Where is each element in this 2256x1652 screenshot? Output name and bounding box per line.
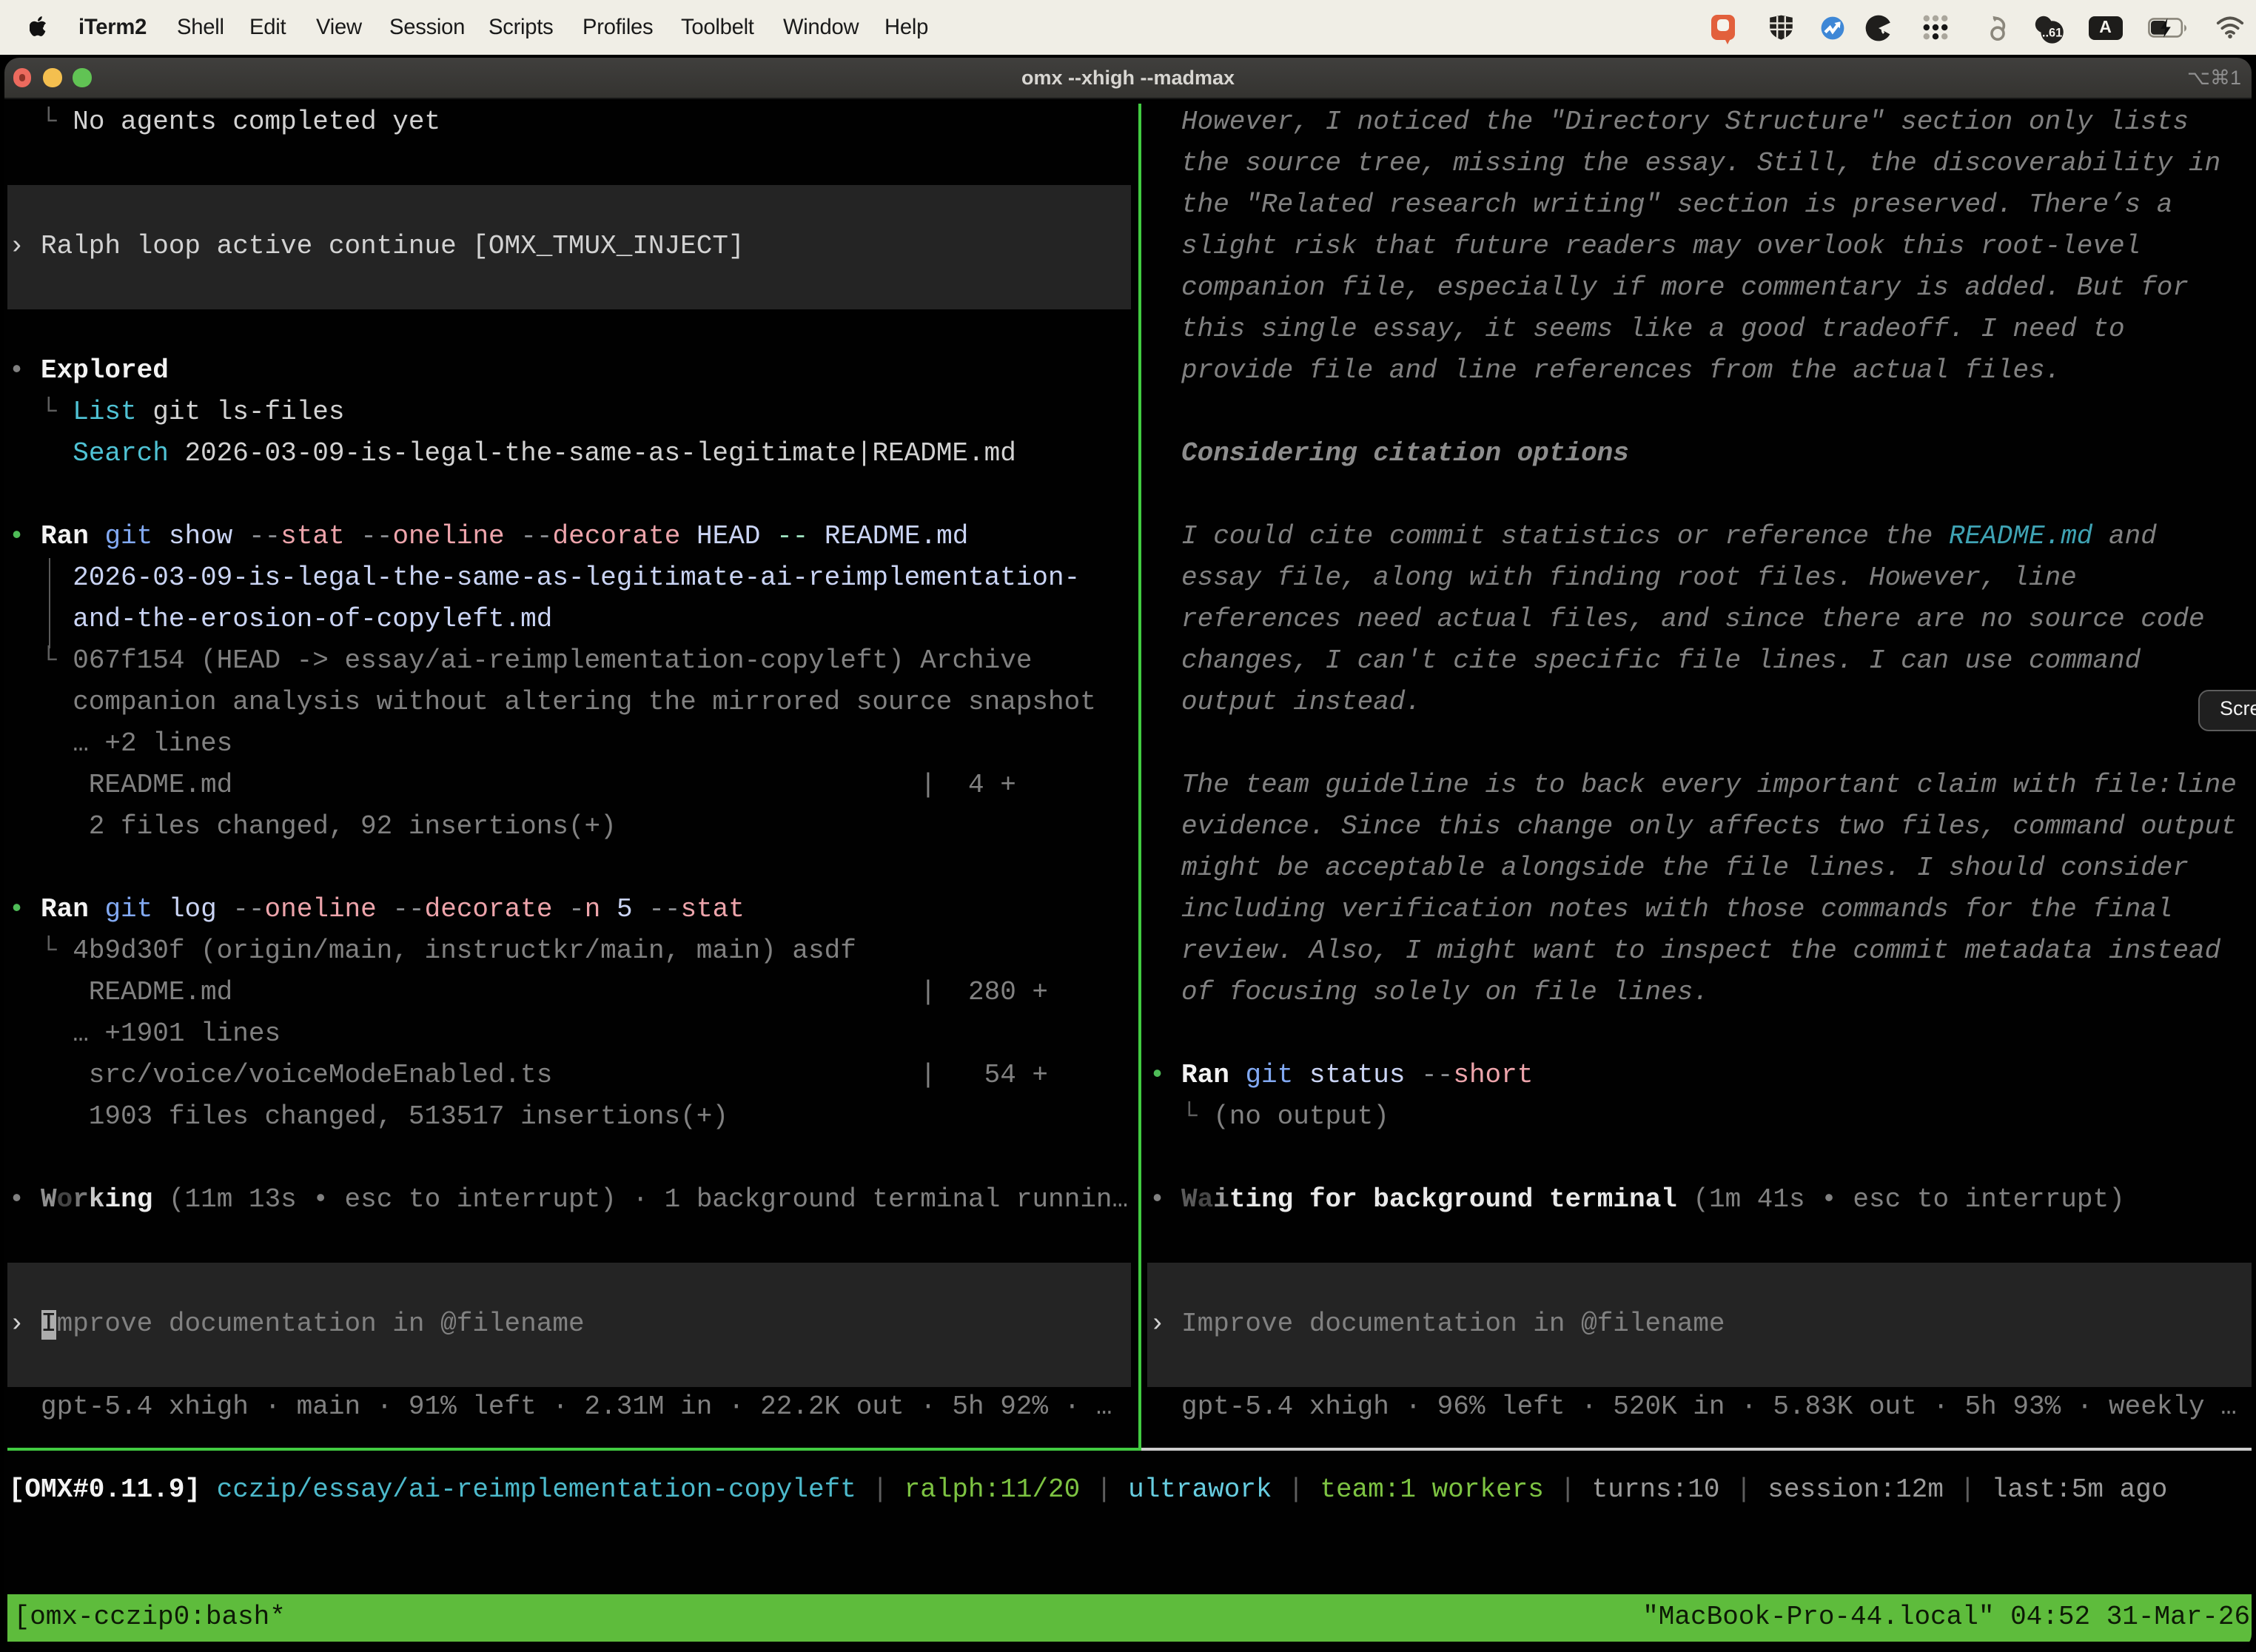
svg-text:..61: ..61 <box>2041 26 2061 39</box>
